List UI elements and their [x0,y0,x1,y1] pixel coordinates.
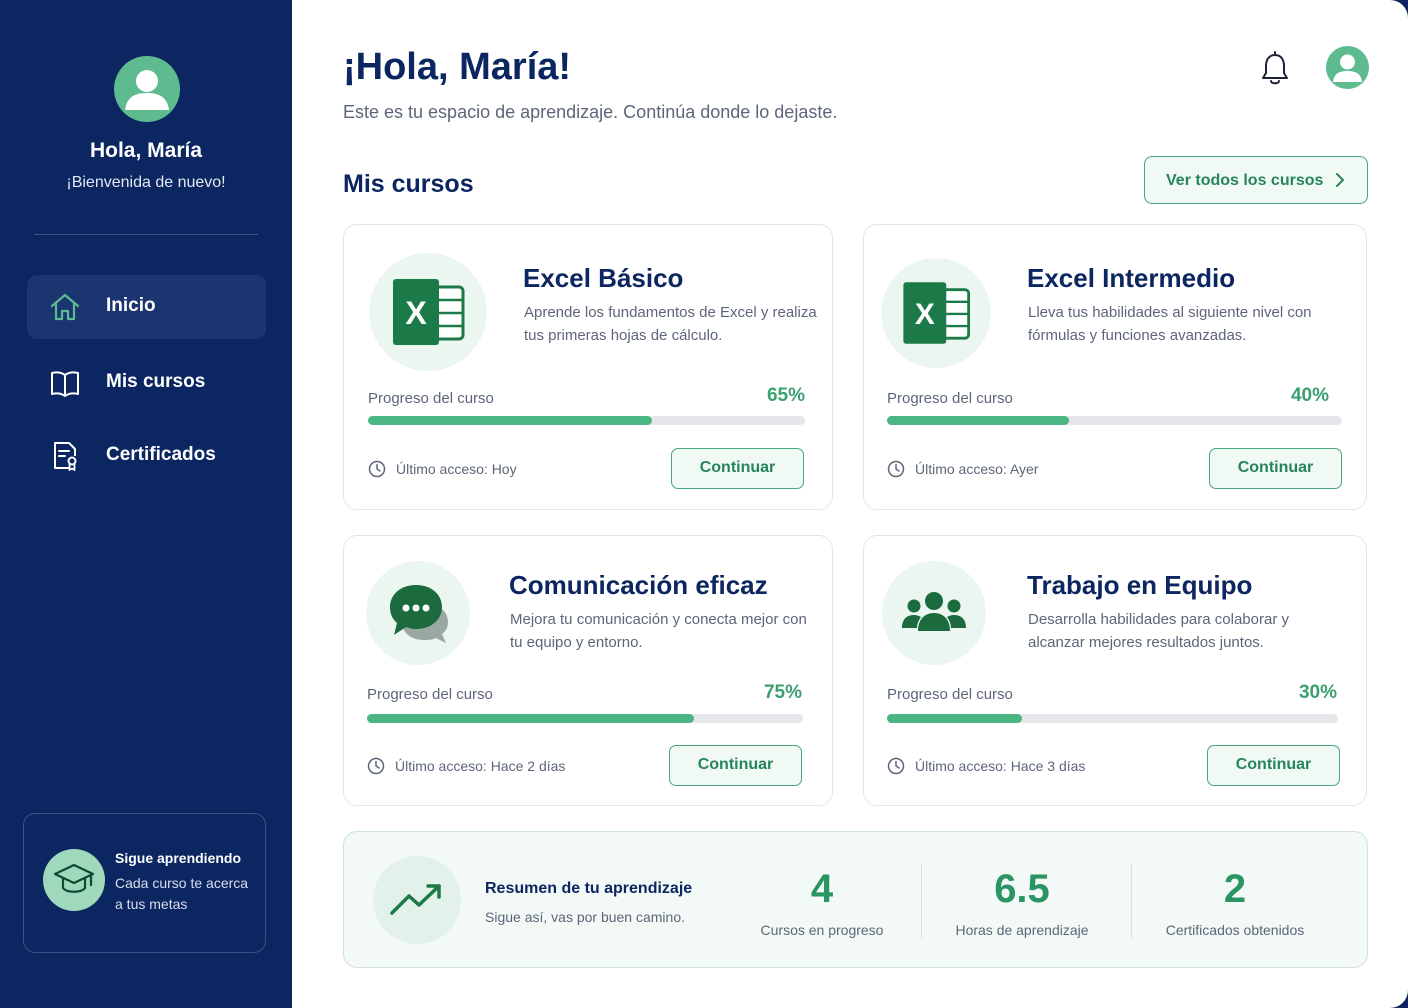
divider [34,234,258,235]
progress-percent: 30% [1298,682,1337,703]
progress-fill [367,714,694,723]
stat-value: 2 [1223,867,1247,911]
progress-percent: 65% [766,385,805,406]
divider [921,864,922,938]
stat-value: 4 [810,867,834,911]
nav-label: Certificados [106,444,216,465]
clock-icon [368,460,386,478]
stat-courses-in-progress: 4 Cursos en progreso [754,862,890,938]
continue-button[interactable]: Continuar [1207,745,1340,786]
progress-label: Progreso del curso [367,686,493,703]
course-description: Mejora tu comunicación y conecta mejor c… [510,611,807,651]
progress-bar [368,416,805,425]
stat-value: 6.5 [994,867,1050,911]
excel-icon: X [369,253,487,371]
excel-icon: X [881,258,991,368]
progress-bar [367,714,803,723]
course-title: Excel Intermedio [1027,263,1236,293]
course-title: Comunicación eficaz [509,570,768,600]
progress-percent: 75% [763,682,802,703]
clock-icon [367,757,385,775]
bell-icon[interactable] [1258,50,1292,88]
progress-bar [887,416,1342,425]
continue-button[interactable]: Continuar [669,745,802,786]
svg-text:X: X [915,298,935,331]
promo-title: Sigue aprendiendo [115,850,242,866]
graduation-cap-icon [43,849,105,911]
summary-subtitle: Sigue así, vas por buen camino. [485,909,686,925]
progress-label: Progreso del curso [368,390,494,407]
progress-percent: 40% [1290,385,1329,406]
nav-item-inicio[interactable]: Inicio [27,275,266,339]
stat-learning-hours: 6.5 Horas de aprendizaje [942,862,1102,938]
progress-fill [887,416,1069,425]
course-description: Desarrolla habilidades para colaborar y … [1028,611,1289,651]
stat-label: Horas de aprendizaje [955,922,1089,938]
page-title: ¡Hola, María! [343,46,572,88]
chat-bubbles-icon [366,561,470,665]
nav-item-certificados[interactable]: Certificados [27,424,266,488]
sidebar: Hola, María ¡Bienvenida de nuevo! Inicio… [0,0,292,1008]
nav-item-mis-cursos[interactable]: Mis cursos [27,351,266,415]
user-avatar[interactable] [1326,46,1369,89]
view-all-courses-button[interactable]: Ver todos los cursos [1144,156,1368,204]
promo-text: Cada curso te acerca a tus metas [115,875,249,912]
learning-summary: Resumen de tu aprendizaje Sigue así, vas… [343,831,1368,968]
trending-up-icon [373,856,461,944]
continue-button[interactable]: Continuar [671,448,804,489]
stat-label: Cursos en progreso [760,922,884,938]
stat-certificates: 2 Certificados obtenidos [1152,862,1318,938]
last-access-text: Último acceso: Hace 2 días [395,758,566,774]
user-avatar[interactable] [114,56,180,122]
home-icon [50,293,80,321]
certificate-icon [54,442,77,471]
user-icon [125,70,169,110]
last-access-text: Último acceso: Ayer [915,461,1039,477]
continue-button[interactable]: Continuar [1209,448,1342,489]
course-card: X Excel Básico Aprende los fundamentos d… [343,224,833,510]
team-icon [882,561,986,665]
progress-label: Progreso del curso [887,686,1013,703]
course-card: Comunicación eficaz Mejora tu comunicaci… [343,535,833,806]
course-card: X Excel Intermedio Lleva tus habilidades… [863,224,1367,510]
main-content: ¡Hola, María! Este es tu espacio de apre… [292,0,1408,1008]
button-label: Ver todos los cursos [1166,172,1324,189]
last-access-text: Último acceso: Hace 3 días [915,758,1086,774]
progress-fill [887,714,1023,723]
course-title: Trabajo en Equipo [1027,570,1253,600]
course-description: Aprende los fundamentos de Excel y reali… [524,304,817,344]
nav-label: Mis cursos [106,371,206,392]
clock-icon [887,757,905,775]
book-icon [51,371,79,397]
last-access-text: Último acceso: Hoy [396,461,517,477]
user-name: Hola, María [89,139,203,162]
progress-bar [887,714,1338,723]
chevron-right-icon [1336,173,1344,187]
course-description: Lleva tus habilidades al siguiente nivel… [1028,304,1312,344]
progress-fill [368,416,653,425]
svg-text:X: X [405,295,427,331]
course-title: Excel Básico [523,263,684,293]
section-title: Mis cursos [343,170,474,198]
divider [1131,864,1132,938]
clock-icon [887,460,905,478]
user-icon [1333,54,1362,82]
summary-title: Resumen de tu aprendizaje [485,880,693,897]
stat-label: Certificados obtenidos [1165,922,1305,938]
progress-label: Progreso del curso [887,390,1013,407]
keep-learning-card: Sigue aprendiendo Cada curso te acerca a… [23,813,266,953]
page-subtitle: Este es tu espacio de aprendizaje. Conti… [343,102,838,122]
nav-label: Inicio [106,295,156,316]
welcome-message: ¡Bienvenida de nuevo! [66,174,226,191]
course-card: Trabajo en Equipo Desarrolla habilidades… [863,535,1367,806]
